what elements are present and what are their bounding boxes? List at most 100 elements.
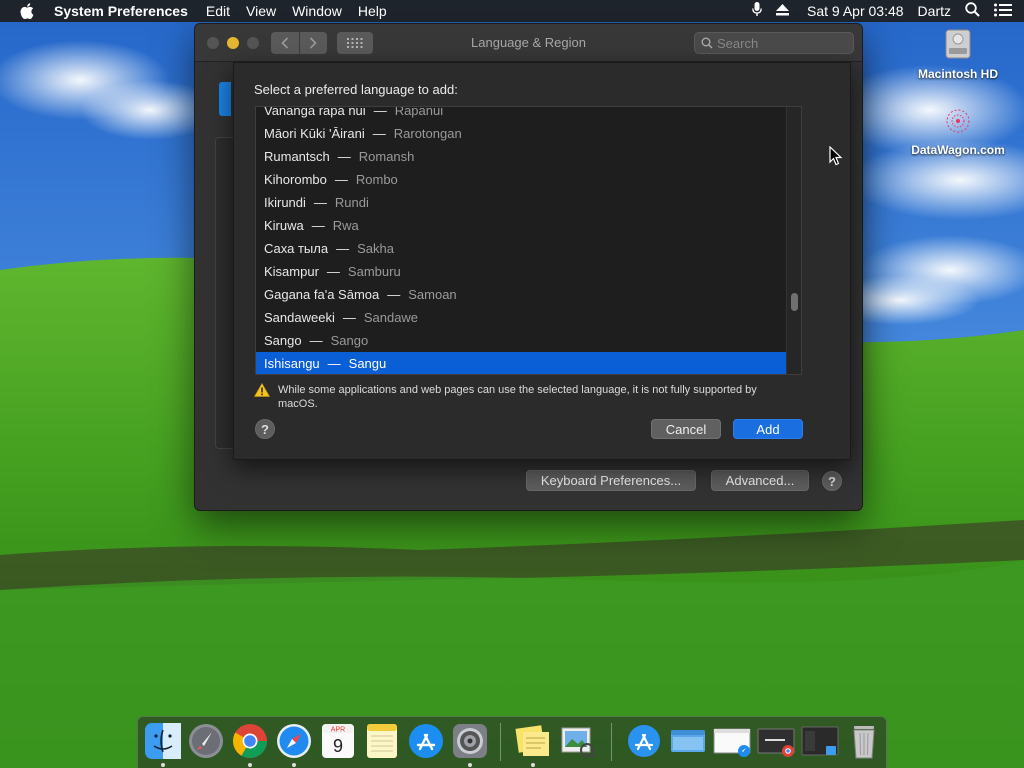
language-separator: — bbox=[337, 149, 351, 164]
microphone-icon[interactable] bbox=[752, 2, 762, 20]
language-native-name: Ikirundi bbox=[264, 195, 306, 210]
language-english-name: Rarotongan bbox=[393, 126, 462, 141]
language-native-name: Vananga rapa nui bbox=[264, 106, 366, 118]
language-english-name: Sakha bbox=[357, 241, 394, 256]
running-indicator bbox=[531, 763, 535, 767]
eject-icon[interactable] bbox=[776, 3, 790, 19]
keyboard-preferences-button[interactable]: Keyboard Preferences... bbox=[526, 470, 696, 491]
language-row[interactable]: Sango — Sango bbox=[256, 329, 787, 352]
language-row[interactable]: Vananga rapa nui — Rapanui bbox=[256, 106, 787, 122]
language-row[interactable]: Gagana fa'a Sāmoa — Samoan bbox=[256, 283, 787, 306]
language-row[interactable]: Kihorombo — Rombo bbox=[256, 168, 787, 191]
finder-window-icon[interactable] bbox=[669, 722, 707, 760]
apple-menu-icon[interactable] bbox=[0, 3, 54, 19]
advanced-button[interactable]: Advanced... bbox=[711, 470, 809, 491]
add-button[interactable]: Add bbox=[733, 419, 803, 439]
language-native-name: Kihorombo bbox=[264, 172, 327, 187]
language-row[interactable]: Māori Kūki 'Āirani — Rarotongan bbox=[256, 122, 787, 145]
sheet-help-button[interactable]: ? bbox=[255, 419, 275, 439]
search-field[interactable] bbox=[694, 32, 854, 54]
app-store-icon[interactable] bbox=[407, 722, 445, 760]
sheet-prompt: Select a preferred language to add: bbox=[254, 82, 458, 97]
window-titlebar[interactable]: Language & Region bbox=[195, 24, 862, 62]
language-english-name: Samburu bbox=[347, 264, 401, 279]
language-native-name: Kiruwa bbox=[264, 218, 304, 233]
language-native-name: Sango bbox=[264, 333, 302, 348]
language-english-name: Samoan bbox=[408, 287, 457, 302]
language-english-name: Rapanui bbox=[394, 106, 444, 118]
warning-text: While some applications and web pages ca… bbox=[278, 384, 757, 410]
spotlight-search-icon[interactable] bbox=[965, 2, 980, 20]
preferred-languages-tab-stub bbox=[219, 82, 231, 116]
desktop-icon-datawagon[interactable]: DataWagon.com bbox=[903, 106, 1013, 157]
hard-drive-icon bbox=[945, 29, 971, 59]
calendar-day-label: 9 bbox=[333, 736, 343, 756]
language-native-name: Māori Kūki 'Āirani bbox=[264, 126, 365, 141]
menu-bar: System Preferences Edit View Window Help… bbox=[0, 0, 1024, 22]
running-indicator bbox=[248, 763, 252, 767]
language-english-name: Rwa bbox=[332, 218, 359, 233]
running-indicator bbox=[161, 763, 165, 767]
scrollbar-thumb[interactable] bbox=[791, 293, 798, 311]
language-separator: — bbox=[387, 287, 401, 302]
search-input[interactable] bbox=[717, 35, 847, 51]
safari-icon[interactable] bbox=[275, 722, 313, 760]
language-separator: — bbox=[373, 106, 387, 118]
language-row[interactable]: Саха тыла — Sakha bbox=[256, 237, 787, 260]
desktop-icon-macintosh-hd[interactable]: Macintosh HD bbox=[903, 28, 1013, 81]
add-language-sheet: Select a preferred language to add: Vana… bbox=[233, 62, 851, 460]
language-row[interactable]: Ikirundi — Rundi bbox=[256, 191, 787, 214]
stickies-icon[interactable] bbox=[514, 722, 552, 760]
language-list[interactable]: Vananga rapa nui — Rapanui Māori Kūki 'Āira… bbox=[255, 106, 802, 375]
running-indicator bbox=[468, 763, 472, 767]
notes-icon[interactable] bbox=[363, 722, 401, 760]
dock-separator bbox=[500, 723, 501, 761]
language-row[interactable]: Rumantsch — Romansh bbox=[256, 145, 787, 168]
menubar-user[interactable]: Dartz bbox=[918, 3, 951, 19]
notification-center-icon[interactable] bbox=[994, 3, 1012, 20]
safari-window-icon[interactable] bbox=[713, 722, 751, 760]
menu-edit[interactable]: Edit bbox=[198, 3, 238, 19]
language-row[interactable]: Ishisangu — Sangu bbox=[256, 352, 787, 374]
desktop-icon-label: Macintosh HD bbox=[917, 67, 998, 81]
dock: APR 9 bbox=[137, 716, 887, 768]
language-native-name: Sandaweeki bbox=[264, 310, 335, 325]
app-store-folder-icon[interactable] bbox=[625, 722, 663, 760]
calendar-icon[interactable]: APR 9 bbox=[319, 722, 357, 760]
help-button[interactable]: ? bbox=[822, 471, 842, 491]
app-menu-system-preferences[interactable]: System Preferences bbox=[54, 3, 198, 19]
language-separator: — bbox=[311, 218, 325, 233]
chrome-icon[interactable] bbox=[231, 722, 269, 760]
desktop-icon-label: DataWagon.com bbox=[911, 143, 1005, 157]
finder-window-2-icon[interactable] bbox=[801, 722, 839, 760]
datawagon-logo-icon bbox=[946, 109, 970, 133]
language-row[interactable]: Kisampur — Samburu bbox=[256, 260, 787, 283]
system-preferences-icon[interactable] bbox=[451, 722, 489, 760]
unsupported-language-warning: While some applications and web pages ca… bbox=[253, 382, 794, 411]
menu-window[interactable]: Window bbox=[284, 3, 350, 19]
language-native-name: Rumantsch bbox=[264, 149, 330, 164]
language-separator: — bbox=[334, 172, 348, 187]
language-list-scrollbar[interactable] bbox=[786, 107, 801, 374]
menubar-clock[interactable]: Sat 9 Apr 03:48 bbox=[807, 3, 904, 19]
finder-icon[interactable] bbox=[144, 722, 182, 760]
launchpad-icon[interactable] bbox=[187, 722, 225, 760]
trash-icon[interactable] bbox=[845, 722, 883, 760]
language-english-name: Rundi bbox=[334, 195, 369, 210]
calendar-month-label: APR bbox=[331, 727, 345, 734]
chrome-window-icon[interactable] bbox=[757, 722, 795, 760]
language-row[interactable]: Kiruwa — Rwa bbox=[256, 214, 787, 237]
language-english-name: Sango bbox=[330, 333, 369, 348]
language-separator: — bbox=[342, 310, 356, 325]
language-native-name: Gagana fa'a Sāmoa bbox=[264, 287, 380, 302]
menu-help[interactable]: Help bbox=[350, 3, 395, 19]
language-row[interactable]: Sandaweeki — Sandawe bbox=[256, 306, 787, 329]
running-indicator bbox=[292, 763, 296, 767]
language-separator: — bbox=[372, 126, 386, 141]
preview-icon[interactable] bbox=[558, 722, 596, 760]
language-separator: — bbox=[313, 195, 327, 210]
search-icon bbox=[701, 37, 713, 49]
mouse-pointer-icon bbox=[829, 146, 843, 166]
menu-view[interactable]: View bbox=[238, 3, 284, 19]
cancel-button[interactable]: Cancel bbox=[651, 419, 721, 439]
